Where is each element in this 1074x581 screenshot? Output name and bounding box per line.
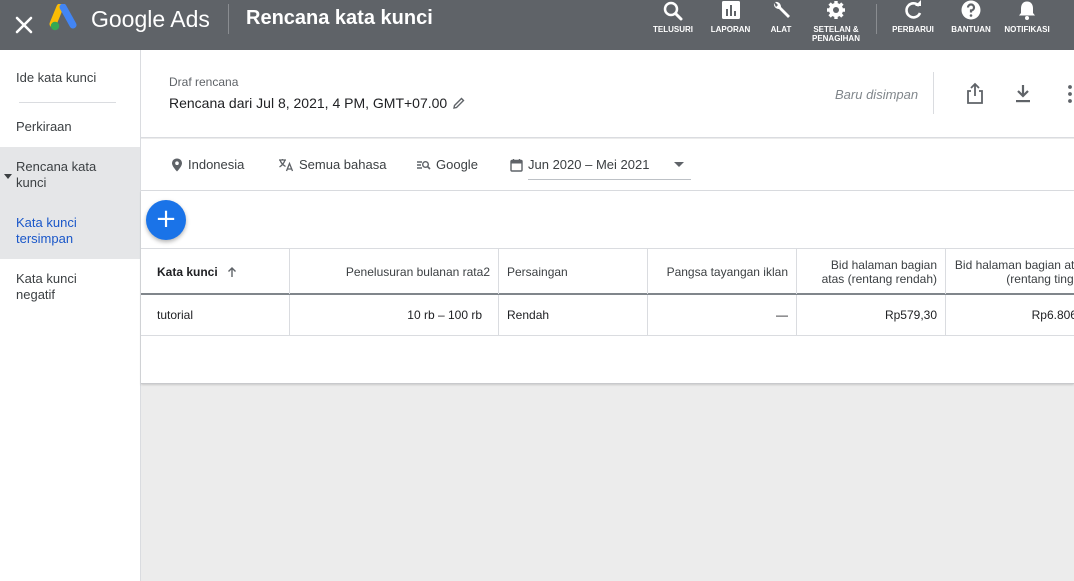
reports-tool-label: LAPORAN	[710, 25, 751, 34]
reports-tool-button[interactable]: LAPORAN	[708, 0, 753, 50]
language-filter[interactable]: Semua bahasa	[278, 157, 386, 172]
notifications-label: NOTIFIKASI	[1004, 25, 1050, 34]
plus-icon: +	[155, 204, 177, 234]
cell-top-bid-high: Rp6.806,7	[1031, 308, 1074, 322]
refresh-button[interactable]: PERBARUI	[891, 0, 935, 50]
sidebar-nav: Ide kata kunci Perkiraan Rencana kata ku…	[0, 50, 141, 581]
bell-icon	[1019, 1, 1035, 20]
cell-ad-impression-share: —	[648, 295, 797, 335]
sidebar-item-keyword-plan[interactable]: Rencana kata kunci	[0, 159, 120, 191]
keywords-table-card: + Kata kunci Penelusuran bulanan rata2 P…	[141, 191, 1074, 384]
wrench-icon	[773, 1, 790, 19]
cell-top-bid-low: Rp579,30	[797, 295, 946, 335]
date-range-underline	[528, 179, 691, 180]
gear-icon	[827, 1, 845, 19]
notifications-button[interactable]: NOTIFIKASI	[1003, 0, 1051, 50]
cell-monthly-searches: 10 rb – 100 rb	[290, 295, 499, 335]
filter-bar: Indonesia Semua bahasa Google Jun 2020 –…	[141, 139, 1074, 191]
edit-pencil-icon[interactable]	[452, 96, 466, 110]
settings-billing-button[interactable]: SETELAN & PENAGIHAN	[808, 0, 864, 50]
reports-icon	[721, 1, 740, 19]
network-filter[interactable]: Google	[416, 157, 478, 172]
column-header-top-bid-high[interactable]: Bid halaman bagian atas (rentang tinggi)	[946, 249, 1074, 294]
settings-billing-label: SETELAN & PENAGIHAN	[811, 25, 860, 43]
add-keywords-button[interactable]: +	[146, 200, 186, 240]
table-header: Kata kunci Penelusuran bulanan rata2 Per…	[141, 248, 1074, 295]
search-tool-button[interactable]: TELUSURI	[653, 0, 693, 50]
sidebar-item-keyword-ideas[interactable]: Ide kata kunci	[0, 70, 140, 86]
divider	[933, 72, 934, 114]
draft-label: Draf rencana	[169, 75, 239, 89]
column-header-label: Kata kunci	[157, 264, 218, 279]
google-ads-logo-icon	[49, 4, 77, 31]
network-filter-label: Google	[436, 157, 478, 172]
date-range-filter[interactable]: Jun 2020 – Mei 2021	[510, 157, 649, 172]
download-icon[interactable]	[1012, 82, 1034, 106]
sidebar-item-negative-keywords[interactable]: Kata kunci negatif	[0, 271, 110, 303]
divider	[228, 4, 229, 34]
column-header-keyword[interactable]: Kata kunci	[141, 249, 290, 294]
table-row[interactable]: tutorial 10 rb – 100 rb Rendah — Rp579,3…	[141, 295, 1074, 336]
more-vert-icon[interactable]	[1061, 82, 1074, 106]
tools-tool-label: ALAT	[770, 25, 792, 34]
top-app-bar: Google Ads Rencana kata kunci TELUSURI L…	[0, 0, 1074, 50]
page-title: Rencana kata kunci	[246, 7, 433, 29]
column-header-ad-impression-share[interactable]: Pangsa tayangan iklan	[648, 249, 797, 294]
date-range-label: Jun 2020 – Mei 2021	[528, 157, 650, 172]
column-header-monthly-searches[interactable]: Penelusuran bulanan rata2	[290, 249, 499, 294]
location-filter[interactable]: Indonesia	[171, 157, 244, 172]
sidebar-item-forecast[interactable]: Perkiraan	[0, 119, 140, 135]
search-tool-label: TELUSURI	[653, 25, 693, 34]
search-network-icon	[417, 160, 431, 170]
plan-header-content: Draf rencana Rencana dari Jul 8, 2021, 4…	[141, 50, 1074, 138]
location-pin-icon	[172, 158, 182, 171]
refresh-label: PERBARUI	[892, 25, 934, 34]
calendar-icon	[510, 158, 523, 172]
divider	[876, 4, 877, 34]
language-filter-label: Semua bahasa	[299, 157, 387, 172]
cell-keyword: tutorial	[141, 295, 290, 335]
sidebar-divider	[19, 102, 116, 103]
sort-arrow-up-icon	[227, 266, 236, 277]
tools-tool-button[interactable]: ALAT	[766, 0, 796, 50]
plan-name[interactable]: Rencana dari Jul 8, 2021, 4 PM, GMT+07.0…	[169, 95, 447, 111]
column-header-competition[interactable]: Persaingan	[499, 249, 648, 294]
close-icon[interactable]	[14, 15, 34, 35]
sidebar-item-saved-keywords[interactable]: Kata kunci tersimpan	[0, 215, 110, 247]
help-icon	[961, 0, 981, 20]
column-header-top-bid-low[interactable]: Bid halaman bagian atas (rentang rendah)	[797, 249, 946, 294]
dropdown-arrow-icon[interactable]	[674, 162, 684, 167]
plan-header: Draf rencana Rencana dari Jul 8, 2021, 4…	[141, 50, 1074, 138]
help-button[interactable]: BANTUAN	[949, 0, 993, 50]
refresh-icon	[905, 0, 922, 19]
brand-name: Google Ads	[91, 6, 210, 32]
translate-icon	[279, 158, 294, 171]
saved-status: Baru disimpan	[835, 87, 919, 102]
help-label: BANTUAN	[951, 25, 991, 34]
search-icon	[663, 1, 683, 21]
share-icon[interactable]	[964, 82, 986, 106]
location-filter-label: Indonesia	[188, 157, 245, 172]
cell-competition: Rendah	[499, 295, 648, 335]
